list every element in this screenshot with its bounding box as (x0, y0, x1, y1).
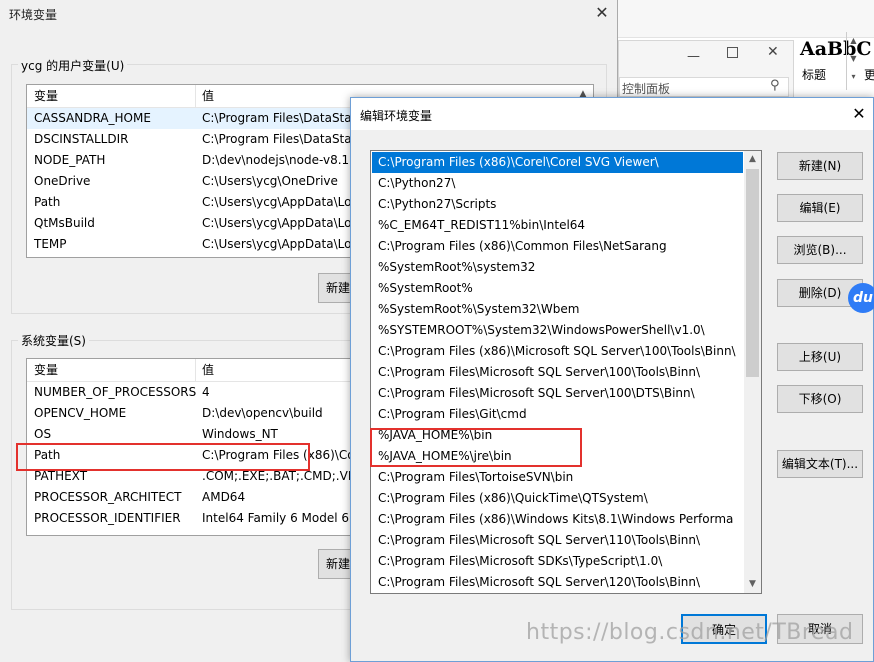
move-up-button[interactable]: 上移(U) (777, 343, 863, 371)
variable-name: NUMBER_OF_PROCESSORS (34, 385, 197, 399)
scroll-down-icon[interactable]: ▼ (744, 576, 761, 593)
path-list-item[interactable]: C:\Program Files (x86)\QuickTime\QTSyste… (372, 488, 743, 509)
variable-value: C:\Program Files\DataSta (202, 111, 352, 125)
dialog-title: 编辑环境变量 (360, 109, 433, 123)
edit-text-button[interactable]: 编辑文本(T)... (777, 450, 863, 478)
column-header-variable[interactable]: 变量 (34, 359, 58, 382)
variable-name: PROCESSOR_IDENTIFIER (34, 511, 181, 525)
edit-environment-variable-dialog: 编辑环境变量 ✕ C:\Program Files (x86)\Corel\Co… (350, 97, 874, 662)
control-panel-search[interactable]: 控制面板 ⚲ (619, 77, 789, 97)
variable-name: PROCESSOR_ARCHITECT (34, 490, 182, 504)
variable-value: Windows_NT (202, 427, 278, 441)
close-icon[interactable]: ✕ (593, 4, 611, 22)
path-list-item[interactable]: C:\Program Files\Microsoft SQL Server\10… (372, 362, 743, 383)
path-list-item[interactable]: C:\Program Files\Microsoft SQL Server\10… (372, 383, 743, 404)
path-list-item[interactable]: C:\Python27\Scripts (372, 194, 743, 215)
variable-value: C:\Users\ycg\OneDrive (202, 174, 338, 188)
path-list-item[interactable]: %JAVA_HOME%\jre\bin (372, 446, 743, 467)
search-icon[interactable]: ⚲ (770, 78, 780, 93)
window-title: 环境变量 (9, 8, 58, 22)
maximize-icon[interactable] (727, 47, 738, 58)
variable-value: C:\Users\ycg\AppData\Lo (202, 216, 352, 230)
variable-value: 4 (202, 385, 210, 399)
path-list-item[interactable]: %SystemRoot%\System32\Wbem (372, 299, 743, 320)
variable-name: Path (34, 448, 61, 462)
variable-value: AMD64 (202, 490, 246, 504)
path-list-item[interactable]: C:\Program Files (x86)\Microsoft SQL Ser… (372, 341, 743, 362)
more-label: 更 (864, 68, 874, 82)
path-list-item[interactable]: %SystemRoot%\system32 (372, 257, 743, 278)
user-variables-label: ycg 的用户变量(U) (18, 57, 128, 74)
path-list-item[interactable]: C:\Program Files\Microsoft SQL Server\12… (372, 572, 743, 593)
close-icon[interactable]: ✕ (767, 44, 779, 60)
path-list-item[interactable]: %JAVA_HOME%\bin (372, 425, 743, 446)
variable-name: QtMsBuild (34, 216, 95, 230)
scroll-up-icon[interactable]: ▲ (744, 151, 761, 168)
new-button[interactable]: 新建(N) (777, 152, 863, 180)
variable-name: NODE_PATH (34, 153, 106, 167)
variable-name: CASSANDRA_HOME (34, 111, 151, 125)
control-panel-strip: — ✕ 控制面板 ⚲ AaBbC 标题 ▲ ▼ ▾ 更 (618, 0, 874, 100)
watermark: https://blog.csdn.net/TBread (526, 620, 854, 645)
variable-value: C:\Program Files (x86)\Co (202, 448, 355, 462)
variable-value: Intel64 Family 6 Model 61 (202, 511, 357, 525)
column-header-value[interactable]: 值 (202, 359, 214, 382)
variable-name: Path (34, 195, 61, 209)
variable-name: PATHEXT (34, 469, 88, 483)
variable-name: OPENCV_HOME (34, 406, 127, 420)
style-sample: AaBbC (800, 38, 872, 60)
dialog-titlebar: 编辑环境变量 ✕ (351, 98, 873, 130)
column-header-variable[interactable]: 变量 (34, 85, 58, 108)
move-down-button[interactable]: 下移(O) (777, 385, 863, 413)
path-list-item[interactable]: C:\Program Files (x86)\Windows Kits\8.1\… (372, 509, 743, 530)
path-list-item[interactable]: %SYSTEMROOT%\System32\WindowsPowerShell\… (372, 320, 743, 341)
variable-name: OS (34, 427, 52, 441)
variable-name: TEMP (34, 237, 67, 251)
variable-value: D:\dev\opencv\build (202, 406, 323, 420)
variable-name: DSCINSTALLDIR (34, 132, 129, 146)
path-list-item[interactable]: C:\Python27\ (372, 173, 743, 194)
style-scroll[interactable]: ▲ ▼ ▾ (846, 32, 860, 90)
path-list-item[interactable]: C:\Program Files\Microsoft SDKs\TypeScri… (372, 551, 743, 572)
variable-value: .COM;.EXE;.BAT;.CMD;.VB (202, 469, 357, 483)
column-header-value[interactable]: 值 (202, 85, 214, 108)
browse-button[interactable]: 浏览(B)... (777, 236, 863, 264)
variable-value: C:\Users\ycg\AppData\Lo (202, 237, 352, 251)
close-icon[interactable]: ✕ (849, 104, 869, 124)
path-list-item[interactable]: C:\Program Files (x86)\Common Files\NetS… (372, 236, 743, 257)
variable-name: OneDrive (34, 174, 91, 188)
path-list-item[interactable]: %SystemRoot% (372, 278, 743, 299)
variable-value: C:\Program Files\DataSta (202, 132, 352, 146)
vertical-scrollbar[interactable]: ▲ ▼ (744, 151, 761, 593)
path-list-item[interactable]: %C_EM64T_REDIST11%bin\Intel64 (372, 215, 743, 236)
path-list-item[interactable]: C:\Program Files\Git\cmd (372, 404, 743, 425)
search-placeholder: 控制面板 (622, 82, 671, 96)
minimize-icon[interactable]: — (687, 49, 700, 64)
scrollbar-thumb[interactable] (746, 169, 759, 377)
style-label: 标题 (802, 68, 827, 82)
system-variables-label: 系统变量(S) (18, 332, 89, 349)
variable-value: D:\dev\nodejs\node-v8.1 (202, 153, 350, 167)
edit-button[interactable]: 编辑(E) (777, 194, 863, 222)
control-panel-window: — ✕ 控制面板 ⚲ (618, 40, 794, 98)
path-list-item[interactable]: C:\Program Files\TortoiseSVN\bin (372, 467, 743, 488)
path-list[interactable]: C:\Program Files (x86)\Corel\Corel SVG V… (370, 150, 762, 594)
path-list-item[interactable]: C:\Program Files\Microsoft SQL Server\11… (372, 530, 743, 551)
path-list-item[interactable]: C:\Program Files (x86)\Corel\Corel SVG V… (372, 152, 743, 173)
assistant-badge-icon[interactable]: du (848, 283, 874, 313)
variable-value: C:\Users\ycg\AppData\Lo (202, 195, 352, 209)
